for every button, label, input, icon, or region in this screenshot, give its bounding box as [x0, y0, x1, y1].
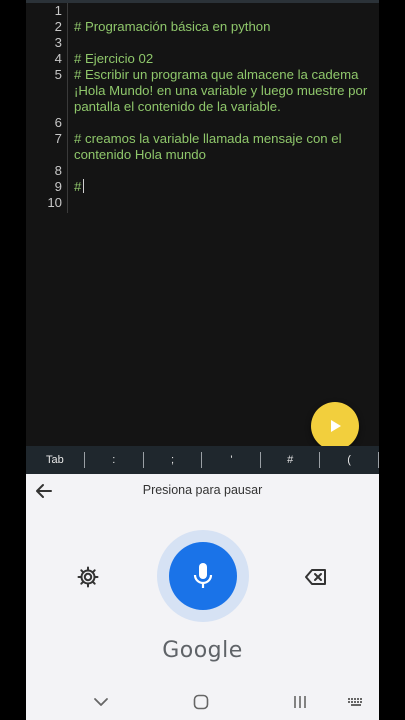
code-text: # creamos la variable llamada mensaje co… [74, 131, 342, 146]
extra-keys-bar: Tab : ; ' # ( [26, 446, 379, 474]
code-text: # Programación básica en python [74, 19, 271, 34]
line-number: 2 [54, 19, 62, 34]
key-semicolon[interactable]: ; [144, 446, 202, 474]
line-number: 5 [54, 67, 62, 82]
code-text: # Escribir un programa que almacene la c… [74, 67, 359, 82]
microphone-circle [169, 542, 237, 610]
keyboard-icon[interactable] [346, 692, 366, 712]
code-text: # Ejercicio 02 [74, 51, 154, 66]
code-line: contenido Hola mundo [26, 147, 379, 163]
line-number: 4 [54, 51, 62, 66]
line-number: 10 [47, 195, 62, 210]
key-quote[interactable]: ' [202, 446, 260, 474]
line-number: 1 [54, 3, 62, 18]
google-logo: Google [162, 638, 243, 663]
key-colon[interactable]: : [85, 446, 143, 474]
line-number: 7 [54, 131, 62, 146]
code-line: 10 [26, 195, 379, 211]
code-text: # [74, 179, 82, 194]
microphone-button[interactable] [157, 530, 249, 622]
code-line: 5 # Escribir un programa que almacene la… [26, 67, 379, 83]
line-number: 9 [54, 179, 62, 194]
play-icon [331, 420, 341, 432]
text-cursor [83, 179, 85, 193]
line-number: 3 [54, 35, 62, 50]
code-line: 4 # Ejercicio 02 [26, 51, 379, 67]
line-number: 6 [54, 115, 62, 130]
voice-header: Presiona para pausar [26, 474, 379, 508]
code-line: 3 [26, 35, 379, 51]
code-line: 6 [26, 115, 379, 131]
recents-icon[interactable] [290, 692, 310, 712]
chevron-down-icon[interactable] [91, 692, 111, 712]
line-number: 8 [54, 163, 62, 178]
backspace-icon[interactable] [304, 565, 328, 589]
code-text: pantalla el contenido de la variable. [74, 99, 281, 114]
voice-hint: Presiona para pausar [142, 483, 263, 497]
code-line: 1 [26, 3, 379, 19]
navigation-bar [26, 684, 379, 720]
home-icon[interactable] [191, 692, 211, 712]
code-text: ¡Hola Mundo! en una variable y luego mue… [74, 83, 368, 98]
key-paren[interactable]: ( [320, 446, 378, 474]
app-frame: 1 2 # Programación básica en python 3 4 … [26, 0, 379, 720]
gear-icon[interactable] [76, 565, 100, 589]
key-separator [377, 452, 379, 468]
microphone-icon [193, 563, 213, 588]
code-text-current: # [74, 179, 377, 195]
voice-input-panel: Presiona para pausar Google [26, 474, 379, 720]
key-hash[interactable]: # [261, 446, 319, 474]
code-line: 8 [26, 163, 379, 179]
code-line: ¡Hola Mundo! en una variable y luego mue… [26, 83, 379, 99]
code-text: contenido Hola mundo [74, 147, 206, 162]
code-line: pantalla el contenido de la variable. [26, 99, 379, 115]
code-line-current: 9 # [26, 179, 379, 195]
code-line: 7 # creamos la variable llamada mensaje … [26, 131, 379, 147]
code-line: 2 # Programación básica en python [26, 19, 379, 35]
run-button[interactable] [311, 402, 359, 450]
code-editor[interactable]: 1 2 # Programación básica en python 3 4 … [26, 3, 379, 446]
key-tab[interactable]: Tab [26, 446, 84, 474]
